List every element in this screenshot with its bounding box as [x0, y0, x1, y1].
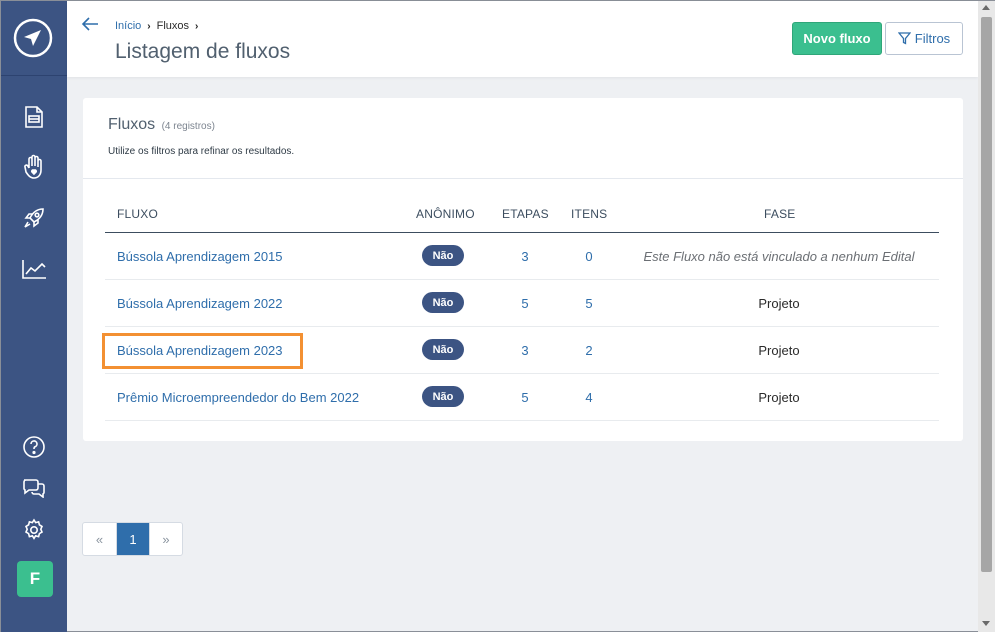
gear-icon[interactable] — [20, 516, 48, 544]
stages-count[interactable]: 5 — [510, 390, 540, 405]
table-header: FLUXO ANÔNIMO ETAPAS ITENS FASE — [105, 198, 939, 233]
anonymous-badge: Não — [422, 386, 464, 407]
scroll-up-icon[interactable] — [982, 5, 990, 10]
chat-icon[interactable] — [20, 473, 48, 501]
filter-button-label: Filtros — [914, 31, 951, 46]
anonymous-badge: Não — [422, 292, 464, 313]
logo-icon[interactable] — [13, 18, 53, 58]
scroll-thumb[interactable] — [981, 17, 992, 572]
table-row[interactable]: Prêmio Microempreendedor do Bem 2022 Não… — [105, 374, 939, 421]
phase-text: Projeto — [758, 390, 800, 405]
column-header-fase[interactable]: FASE — [764, 207, 795, 221]
scroll-down-icon[interactable] — [982, 621, 990, 626]
items-count[interactable]: 2 — [574, 343, 604, 358]
flow-name-link[interactable]: Bússola Aprendizagem 2022 — [117, 296, 283, 311]
sidebar-divider — [1, 75, 67, 76]
items-count[interactable]: 0 — [574, 249, 604, 264]
pagination: « 1 » — [82, 522, 183, 556]
vertical-scrollbar[interactable] — [978, 1, 995, 632]
sidebar: F — [1, 1, 67, 632]
items-count[interactable]: 5 — [574, 296, 604, 311]
page-header: Início › Fluxos › Listagem de fluxos Nov… — [67, 1, 978, 77]
table-row[interactable]: Bússola Aprendizagem 2023 Não 3 2 Projet… — [102, 327, 939, 374]
table-row[interactable]: Bússola Aprendizagem 2015 Não 3 0 Este F… — [105, 233, 939, 280]
anonymous-badge: Não — [422, 245, 464, 266]
flow-name-link[interactable]: Bússola Aprendizagem 2015 — [117, 249, 283, 264]
stages-count[interactable]: 3 — [510, 249, 540, 264]
phase-text: Projeto — [758, 296, 800, 311]
record-count: (4 registros) — [161, 121, 215, 132]
card-title-text: Fluxos — [108, 116, 156, 133]
stages-count[interactable]: 3 — [510, 343, 540, 358]
column-header-etapas[interactable]: ETAPAS — [502, 207, 549, 221]
flows-card: Fluxos (4 registros) Utilize os filtros … — [83, 98, 963, 441]
breadcrumb: Início › Fluxos › — [115, 20, 198, 32]
items-count[interactable]: 4 — [574, 390, 604, 405]
app-window: F Início › Fluxos › Listagem de fluxos N… — [0, 0, 995, 632]
filter-button[interactable]: Filtros — [885, 22, 963, 55]
avatar[interactable]: F — [17, 561, 53, 597]
card-subtitle: Utilize os filtros para refinar os resul… — [108, 146, 295, 157]
breadcrumb-separator-icon: › — [195, 20, 199, 32]
column-header-itens[interactable]: ITENS — [571, 207, 607, 221]
phase-text: Este Fluxo não está vinculado a nenhum E… — [643, 249, 915, 264]
prev-page-button[interactable]: « — [83, 523, 116, 555]
card-title: Fluxos (4 registros) — [108, 116, 215, 134]
table-row[interactable]: Bússola Aprendizagem 2022 Não 5 5 Projet… — [105, 280, 939, 327]
filter-icon — [897, 32, 911, 45]
page-1-button[interactable]: 1 — [116, 523, 149, 555]
breadcrumb-item-fluxos: Fluxos — [156, 20, 190, 32]
flow-name-link[interactable]: Prêmio Microempreendedor do Bem 2022 — [117, 390, 359, 405]
anonymous-badge: Não — [422, 339, 464, 360]
column-header-anonimo[interactable]: ANÔNIMO — [416, 207, 475, 221]
column-header-fluxo[interactable]: FLUXO — [117, 207, 158, 221]
stages-count[interactable]: 5 — [510, 296, 540, 311]
rocket-icon[interactable] — [20, 204, 48, 232]
next-page-button[interactable]: » — [149, 523, 182, 555]
chart-icon[interactable] — [20, 255, 48, 283]
back-arrow-icon[interactable] — [81, 16, 99, 32]
document-icon[interactable] — [20, 103, 48, 131]
flows-table: FLUXO ANÔNIMO ETAPAS ITENS FASE Bússola … — [102, 198, 939, 421]
new-flow-button[interactable]: Novo fluxo — [792, 22, 882, 55]
flow-name-link[interactable]: Bússola Aprendizagem 2023 — [117, 343, 283, 358]
help-icon[interactable] — [20, 433, 48, 461]
breadcrumb-item-inicio[interactable]: Início — [115, 20, 141, 32]
page-title: Listagem de fluxos — [115, 40, 291, 63]
phase-text: Projeto — [758, 343, 800, 358]
breadcrumb-separator-icon: › — [147, 20, 151, 32]
heart-hand-icon[interactable] — [20, 153, 48, 181]
card-divider — [83, 178, 963, 179]
